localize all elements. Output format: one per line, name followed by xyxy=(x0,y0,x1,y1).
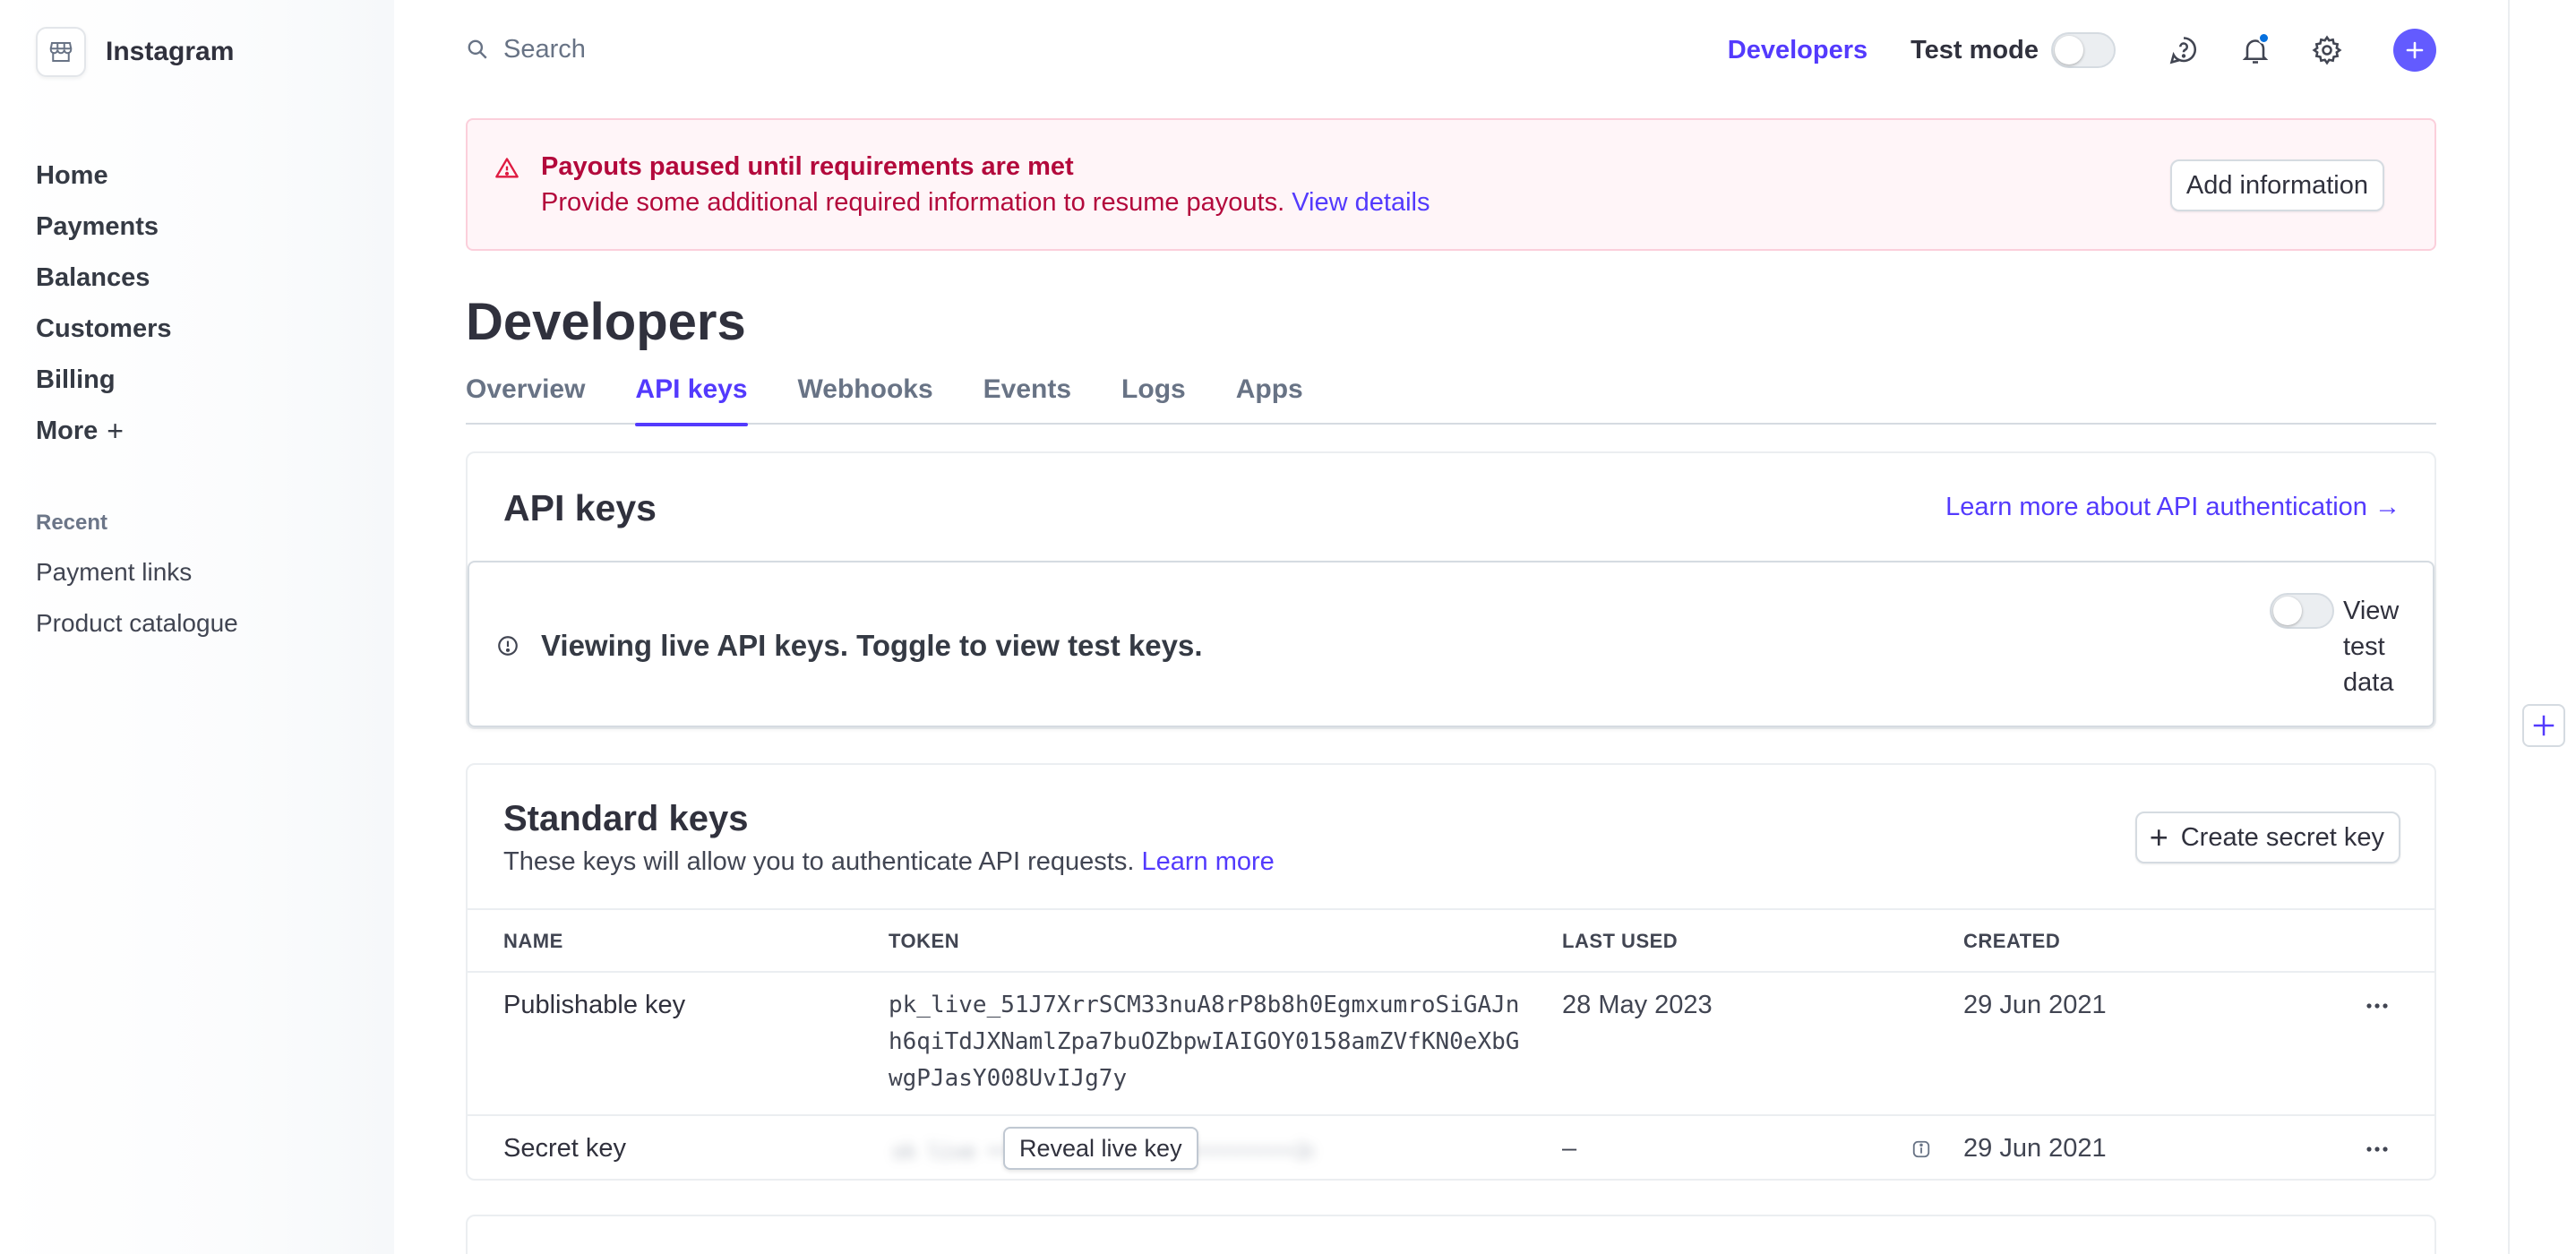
sidebar-item-label: Balances xyxy=(36,263,150,292)
api-keys-card: API keys Learn more about API authentica… xyxy=(466,451,2436,729)
create-secret-key-label: Create secret key xyxy=(2180,822,2384,852)
key-last-used: – xyxy=(1562,1134,1577,1163)
column-header-name: NAME xyxy=(503,930,563,952)
sidebar-item-label: Payments xyxy=(36,212,159,241)
standard-keys-card: Standard keys These keys will allow you … xyxy=(466,763,2436,1181)
live-keys-notice: Viewing live API keys. Toggle to view te… xyxy=(468,561,2434,727)
plus-icon: + xyxy=(2149,819,2168,855)
live-keys-notice-text: Viewing live API keys. Toggle to view te… xyxy=(541,629,1203,662)
key-created: 29 Jun 2021 xyxy=(1963,991,2107,1019)
search-icon xyxy=(468,39,487,59)
publishable-key-token[interactable]: pk_live_51J7XrrSCM33nuA8rP8b8h0EgmxumroS… xyxy=(889,987,1533,1097)
view-test-data-toggle[interactable] xyxy=(2270,593,2334,629)
right-panel-strip xyxy=(2508,0,2576,1254)
sidebar-item-billing[interactable]: Billing xyxy=(36,355,172,406)
keys-table-header: NAME TOKEN LAST USED CREATED xyxy=(468,908,2434,973)
toggle-knob xyxy=(2273,597,2302,625)
account-switcher[interactable]: Instagram xyxy=(36,27,234,77)
page-title: Developers xyxy=(466,293,746,351)
recent-item-payment-links[interactable]: Payment links xyxy=(36,546,238,597)
plus-icon xyxy=(2533,715,2555,736)
create-secret-key-button[interactable]: + Create secret key xyxy=(2134,812,2400,863)
store-icon xyxy=(36,27,86,77)
sidebar-item-label: Customers xyxy=(36,314,172,343)
sidebar-item-label: More xyxy=(36,417,99,445)
test-mode-toggle[interactable] xyxy=(2051,32,2116,68)
view-details-link[interactable]: View details xyxy=(1292,188,1430,217)
tab-apps[interactable]: Apps xyxy=(1236,369,1303,425)
more-horizontal-icon xyxy=(2366,1147,2388,1152)
reveal-live-key-button[interactable]: Reveal live key xyxy=(1003,1127,1198,1170)
table-row: Secret key sk_live_•••••••••••••••••••••… xyxy=(468,1116,2434,1181)
recent-item-product-catalogue[interactable]: Product catalogue xyxy=(36,597,238,648)
add-information-button[interactable]: Add information xyxy=(2169,159,2384,211)
expand-panel-button[interactable] xyxy=(2522,704,2565,747)
key-created: 29 Jun 2021 xyxy=(1963,1134,2107,1163)
column-header-created: CREATED xyxy=(1963,930,2061,952)
toggle-knob xyxy=(2055,36,2083,64)
sidebar-item-payments[interactable]: Payments xyxy=(36,202,172,253)
tab-webhooks[interactable]: Webhooks xyxy=(798,369,933,425)
table-row: Publishable key pk_live_51J7XrrSCM33nuA8… xyxy=(468,973,2434,1116)
search-input[interactable]: Search xyxy=(466,27,586,72)
next-card xyxy=(466,1215,2436,1254)
recent-heading: Recent xyxy=(36,511,108,535)
column-header-token: TOKEN xyxy=(889,930,960,952)
tab-events[interactable]: Events xyxy=(983,369,1071,425)
warning-icon xyxy=(495,158,519,178)
sidebar-nav: Home Payments Balances Customers Billing… xyxy=(36,150,172,457)
key-name: Publishable key xyxy=(503,991,686,1019)
help-button[interactable] xyxy=(2159,25,2209,75)
sidebar-item-label: Billing xyxy=(36,365,116,394)
info-icon xyxy=(498,636,518,656)
row-overflow-menu-button[interactable] xyxy=(2359,1136,2395,1163)
column-header-last-used: LAST USED xyxy=(1562,930,1679,952)
plus-icon xyxy=(2406,41,2424,59)
tab-overview[interactable]: Overview xyxy=(466,369,585,425)
more-horizontal-icon xyxy=(2366,1003,2388,1009)
key-name: Secret key xyxy=(503,1134,626,1163)
standard-keys-title: Standard keys xyxy=(503,799,749,838)
sidebar-item-label: Home xyxy=(36,161,108,190)
create-new-button[interactable] xyxy=(2393,29,2436,72)
tab-logs[interactable]: Logs xyxy=(1121,369,1186,425)
help-icon xyxy=(2169,37,2197,64)
recent-list: Payment links Product catalogue xyxy=(36,546,238,648)
plus-icon: + xyxy=(107,415,124,447)
developers-link[interactable]: Developers xyxy=(1728,36,1868,65)
notification-dot xyxy=(2258,32,2270,44)
sidebar-item-more[interactable]: More + xyxy=(36,406,172,457)
key-last-used: 28 May 2023 xyxy=(1562,991,1713,1019)
tab-api-keys[interactable]: API keys xyxy=(635,369,748,426)
payouts-alert-banner: Payouts paused until requirements are me… xyxy=(466,118,2436,251)
alert-description-text: Provide some additional required informa… xyxy=(541,188,1285,217)
notifications-button[interactable] xyxy=(2230,25,2280,75)
gear-icon xyxy=(2312,35,2342,65)
sidebar-item-balances[interactable]: Balances xyxy=(36,253,172,304)
learn-more-link[interactable]: Learn more xyxy=(1142,847,1275,876)
api-auth-learn-more-link[interactable]: Learn more about API authentication → xyxy=(1945,493,2400,522)
search-placeholder: Search xyxy=(503,34,586,64)
standard-keys-subtitle: These keys will allow you to authenticat… xyxy=(503,847,1275,877)
top-right-controls: Developers Test mode xyxy=(1728,25,2436,75)
view-test-data-label: View test data xyxy=(2343,597,2400,697)
developer-tabs: Overview API keys Webhooks Events Logs A… xyxy=(466,369,2436,426)
info-icon[interactable] xyxy=(1911,1139,1931,1159)
api-keys-title: API keys xyxy=(503,487,657,528)
sidebar-item-customers[interactable]: Customers xyxy=(36,304,172,355)
account-name: Instagram xyxy=(106,37,235,66)
subtitle-text: These keys will allow you to authenticat… xyxy=(503,847,1135,876)
settings-button[interactable] xyxy=(2302,25,2352,75)
alert-description: Provide some additional required informa… xyxy=(541,188,1430,218)
sidebar: Instagram Home Payments Balances Custome… xyxy=(0,0,394,1254)
alert-title: Payouts paused until requirements are me… xyxy=(541,152,1074,181)
sidebar-item-home[interactable]: Home xyxy=(36,150,172,202)
test-mode-label: Test mode xyxy=(1911,35,2039,64)
row-overflow-menu-button[interactable] xyxy=(2359,992,2395,1019)
